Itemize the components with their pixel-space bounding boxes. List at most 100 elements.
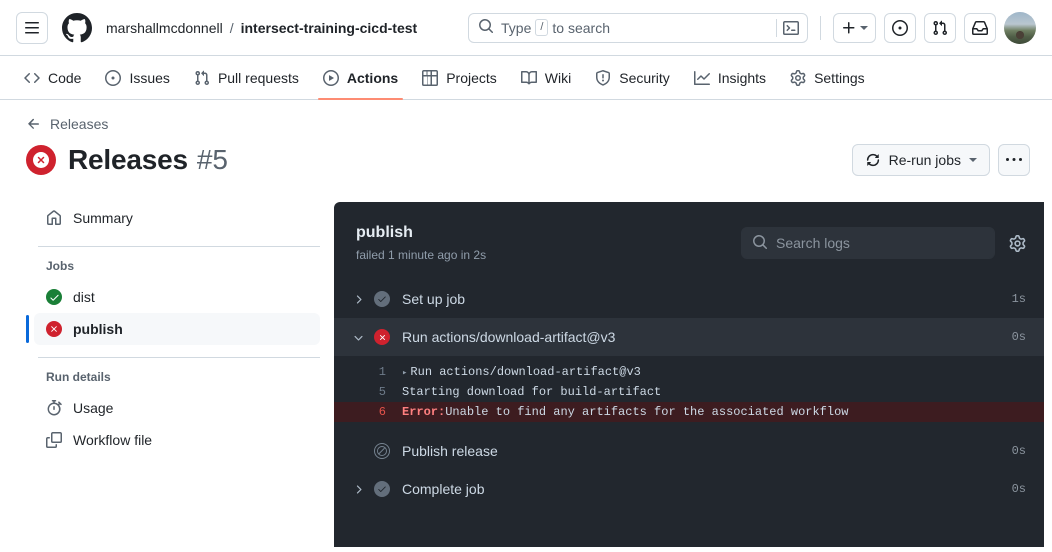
- search-input[interactable]: Type / to search: [468, 12, 808, 43]
- error-label: Error:: [402, 405, 446, 419]
- stopwatch-icon: [46, 400, 62, 416]
- sidebar-item-summary-label: Summary: [73, 210, 133, 226]
- tab-projects[interactable]: Projects: [413, 56, 506, 99]
- log-step-set-up-job[interactable]: Set up job 1s: [334, 280, 1044, 318]
- chevron-down-icon: [348, 331, 368, 344]
- sidebar-item-summary[interactable]: Summary: [34, 202, 320, 234]
- gear-icon: [790, 69, 806, 86]
- search-placeholder: Type / to search: [501, 19, 611, 36]
- chevron-right-icon: [348, 483, 368, 496]
- log-step-duration: 0s: [1011, 444, 1026, 458]
- tab-projects-label: Projects: [446, 69, 497, 86]
- header-actions: Type / to search: [468, 11, 1036, 44]
- sidebar-item-job-publish[interactable]: publish: [26, 313, 320, 345]
- tab-actions-label: Actions: [346, 69, 399, 86]
- log-line-number: 5: [378, 385, 386, 399]
- triangle-right-icon[interactable]: ▸: [402, 368, 407, 378]
- sidebar-run-details-heading: Run details: [46, 370, 111, 384]
- tab-issues[interactable]: Issues: [96, 56, 178, 99]
- run-sidebar: Summary Jobs dist publish Run details Us…: [16, 202, 334, 547]
- home-icon: [46, 210, 62, 226]
- logs-job-name: publish: [356, 224, 413, 241]
- tab-pull-requests[interactable]: Pull requests: [185, 56, 308, 99]
- page-title: Releases: [68, 144, 188, 175]
- tab-wiki[interactable]: Wiki: [512, 56, 580, 99]
- search-logs-input[interactable]: Search logs: [741, 227, 995, 259]
- back-to-releases-link[interactable]: Releases: [26, 116, 108, 132]
- tab-pull-requests-label: Pull requests: [217, 69, 299, 86]
- check-circle-icon: [46, 289, 62, 305]
- tab-insights[interactable]: Insights: [685, 56, 775, 99]
- breadcrumb-repo[interactable]: intersect-training-cicd-test: [241, 20, 418, 36]
- more-options-button[interactable]: [998, 144, 1030, 176]
- run-status-failure-icon: [26, 145, 56, 175]
- check-circle-icon: [374, 481, 390, 497]
- skip-icon: [374, 443, 390, 459]
- logs-header: publish failed 1 minute ago in 2s Search…: [334, 202, 1044, 280]
- log-step-label: Run actions/download-artifact@v3: [402, 329, 616, 345]
- command-palette-icon[interactable]: [776, 18, 799, 37]
- create-new-button[interactable]: [833, 12, 876, 43]
- tab-insights-label: Insights: [717, 69, 767, 86]
- tab-security[interactable]: Security: [586, 56, 679, 99]
- shield-icon: [595, 69, 611, 86]
- logs-job-status: failed 1 minute ago in 2s: [356, 248, 487, 262]
- log-line-text: ▸ Run actions/download-artifact@v3: [402, 365, 641, 379]
- run-title-row: Releases #5 Re-run jobs: [16, 144, 1036, 176]
- tab-settings[interactable]: Settings: [781, 56, 874, 99]
- repository-nav: Code Issues Pull requests Actions Projec…: [0, 56, 1052, 100]
- avatar[interactable]: [1004, 11, 1036, 44]
- x-circle-icon: [46, 321, 62, 337]
- issues-button[interactable]: [884, 12, 916, 43]
- sidebar-item-job-dist[interactable]: dist: [34, 281, 320, 313]
- log-line-number: 6: [378, 405, 386, 419]
- play-icon: [322, 69, 339, 86]
- sidebar-item-job-dist-label: dist: [73, 289, 95, 305]
- navigation-menu-button[interactable]: [16, 11, 48, 44]
- log-step-publish-release[interactable]: Publish release 0s: [334, 432, 1044, 470]
- tab-code-label: Code: [48, 69, 82, 86]
- log-step-complete-job[interactable]: Complete job 0s: [334, 470, 1044, 508]
- tab-issues-label: Issues: [129, 69, 170, 86]
- search-slash-kbd: /: [535, 19, 549, 36]
- search-logs-placeholder: Search logs: [776, 235, 850, 251]
- file-icon: [46, 432, 62, 448]
- log-step-run-download-artifact[interactable]: Run actions/download-artifact@v3 0s: [334, 318, 1044, 356]
- chevron-down-icon: [969, 158, 977, 162]
- breadcrumb-separator: /: [229, 19, 234, 36]
- sidebar-jobs-heading: Jobs: [46, 259, 75, 273]
- log-step-duration: 0s: [1011, 482, 1026, 496]
- global-header: marshallmcdonnell / intersect-training-c…: [0, 0, 1052, 56]
- chevron-down-icon: [860, 25, 868, 30]
- sidebar-item-usage[interactable]: Usage: [34, 392, 320, 424]
- log-line[interactable]: 5 Starting download for build-artifact: [334, 382, 1044, 402]
- notifications-button[interactable]: [964, 12, 996, 43]
- sidebar-item-job-publish-label: publish: [73, 321, 123, 337]
- tab-actions[interactable]: Actions: [314, 56, 407, 100]
- tab-wiki-label: Wiki: [544, 69, 572, 86]
- tab-settings-label: Settings: [814, 69, 865, 86]
- x-circle-icon: [374, 329, 390, 345]
- log-step-duration: 1s: [1011, 292, 1026, 306]
- back-link-label: Releases: [50, 116, 109, 132]
- log-step-label: Set up job: [402, 291, 466, 307]
- logs-job-info: publish failed 1 minute ago in 2s: [356, 224, 486, 262]
- re-run-jobs-label: Re-run jobs: [888, 152, 961, 168]
- github-logo-icon[interactable]: [62, 12, 92, 43]
- pull-requests-button[interactable]: [924, 12, 956, 43]
- git-pull-request-icon: [194, 70, 210, 86]
- tab-security-label: Security: [619, 69, 670, 86]
- graph-icon: [693, 70, 710, 86]
- log-line-error[interactable]: 6 Error:Unable to find any artifacts for…: [334, 402, 1044, 422]
- log-line-text: Starting download for build-artifact: [402, 385, 662, 399]
- run-number: #5: [196, 144, 228, 175]
- tab-code[interactable]: Code: [15, 56, 90, 99]
- re-run-jobs-button[interactable]: Re-run jobs: [851, 144, 990, 176]
- breadcrumb-owner[interactable]: marshallmcdonnell: [106, 20, 223, 36]
- check-circle-icon: [374, 291, 390, 307]
- run-content: Summary Jobs dist publish Run details Us…: [16, 202, 1044, 547]
- run-page: Releases Releases #5 Re-run jobs Summary: [0, 100, 1052, 547]
- log-line[interactable]: 1 ▸ Run actions/download-artifact@v3: [334, 362, 1044, 382]
- logs-settings-gear-icon[interactable]: [1009, 234, 1026, 252]
- sidebar-item-workflow-file[interactable]: Workflow file: [34, 424, 320, 456]
